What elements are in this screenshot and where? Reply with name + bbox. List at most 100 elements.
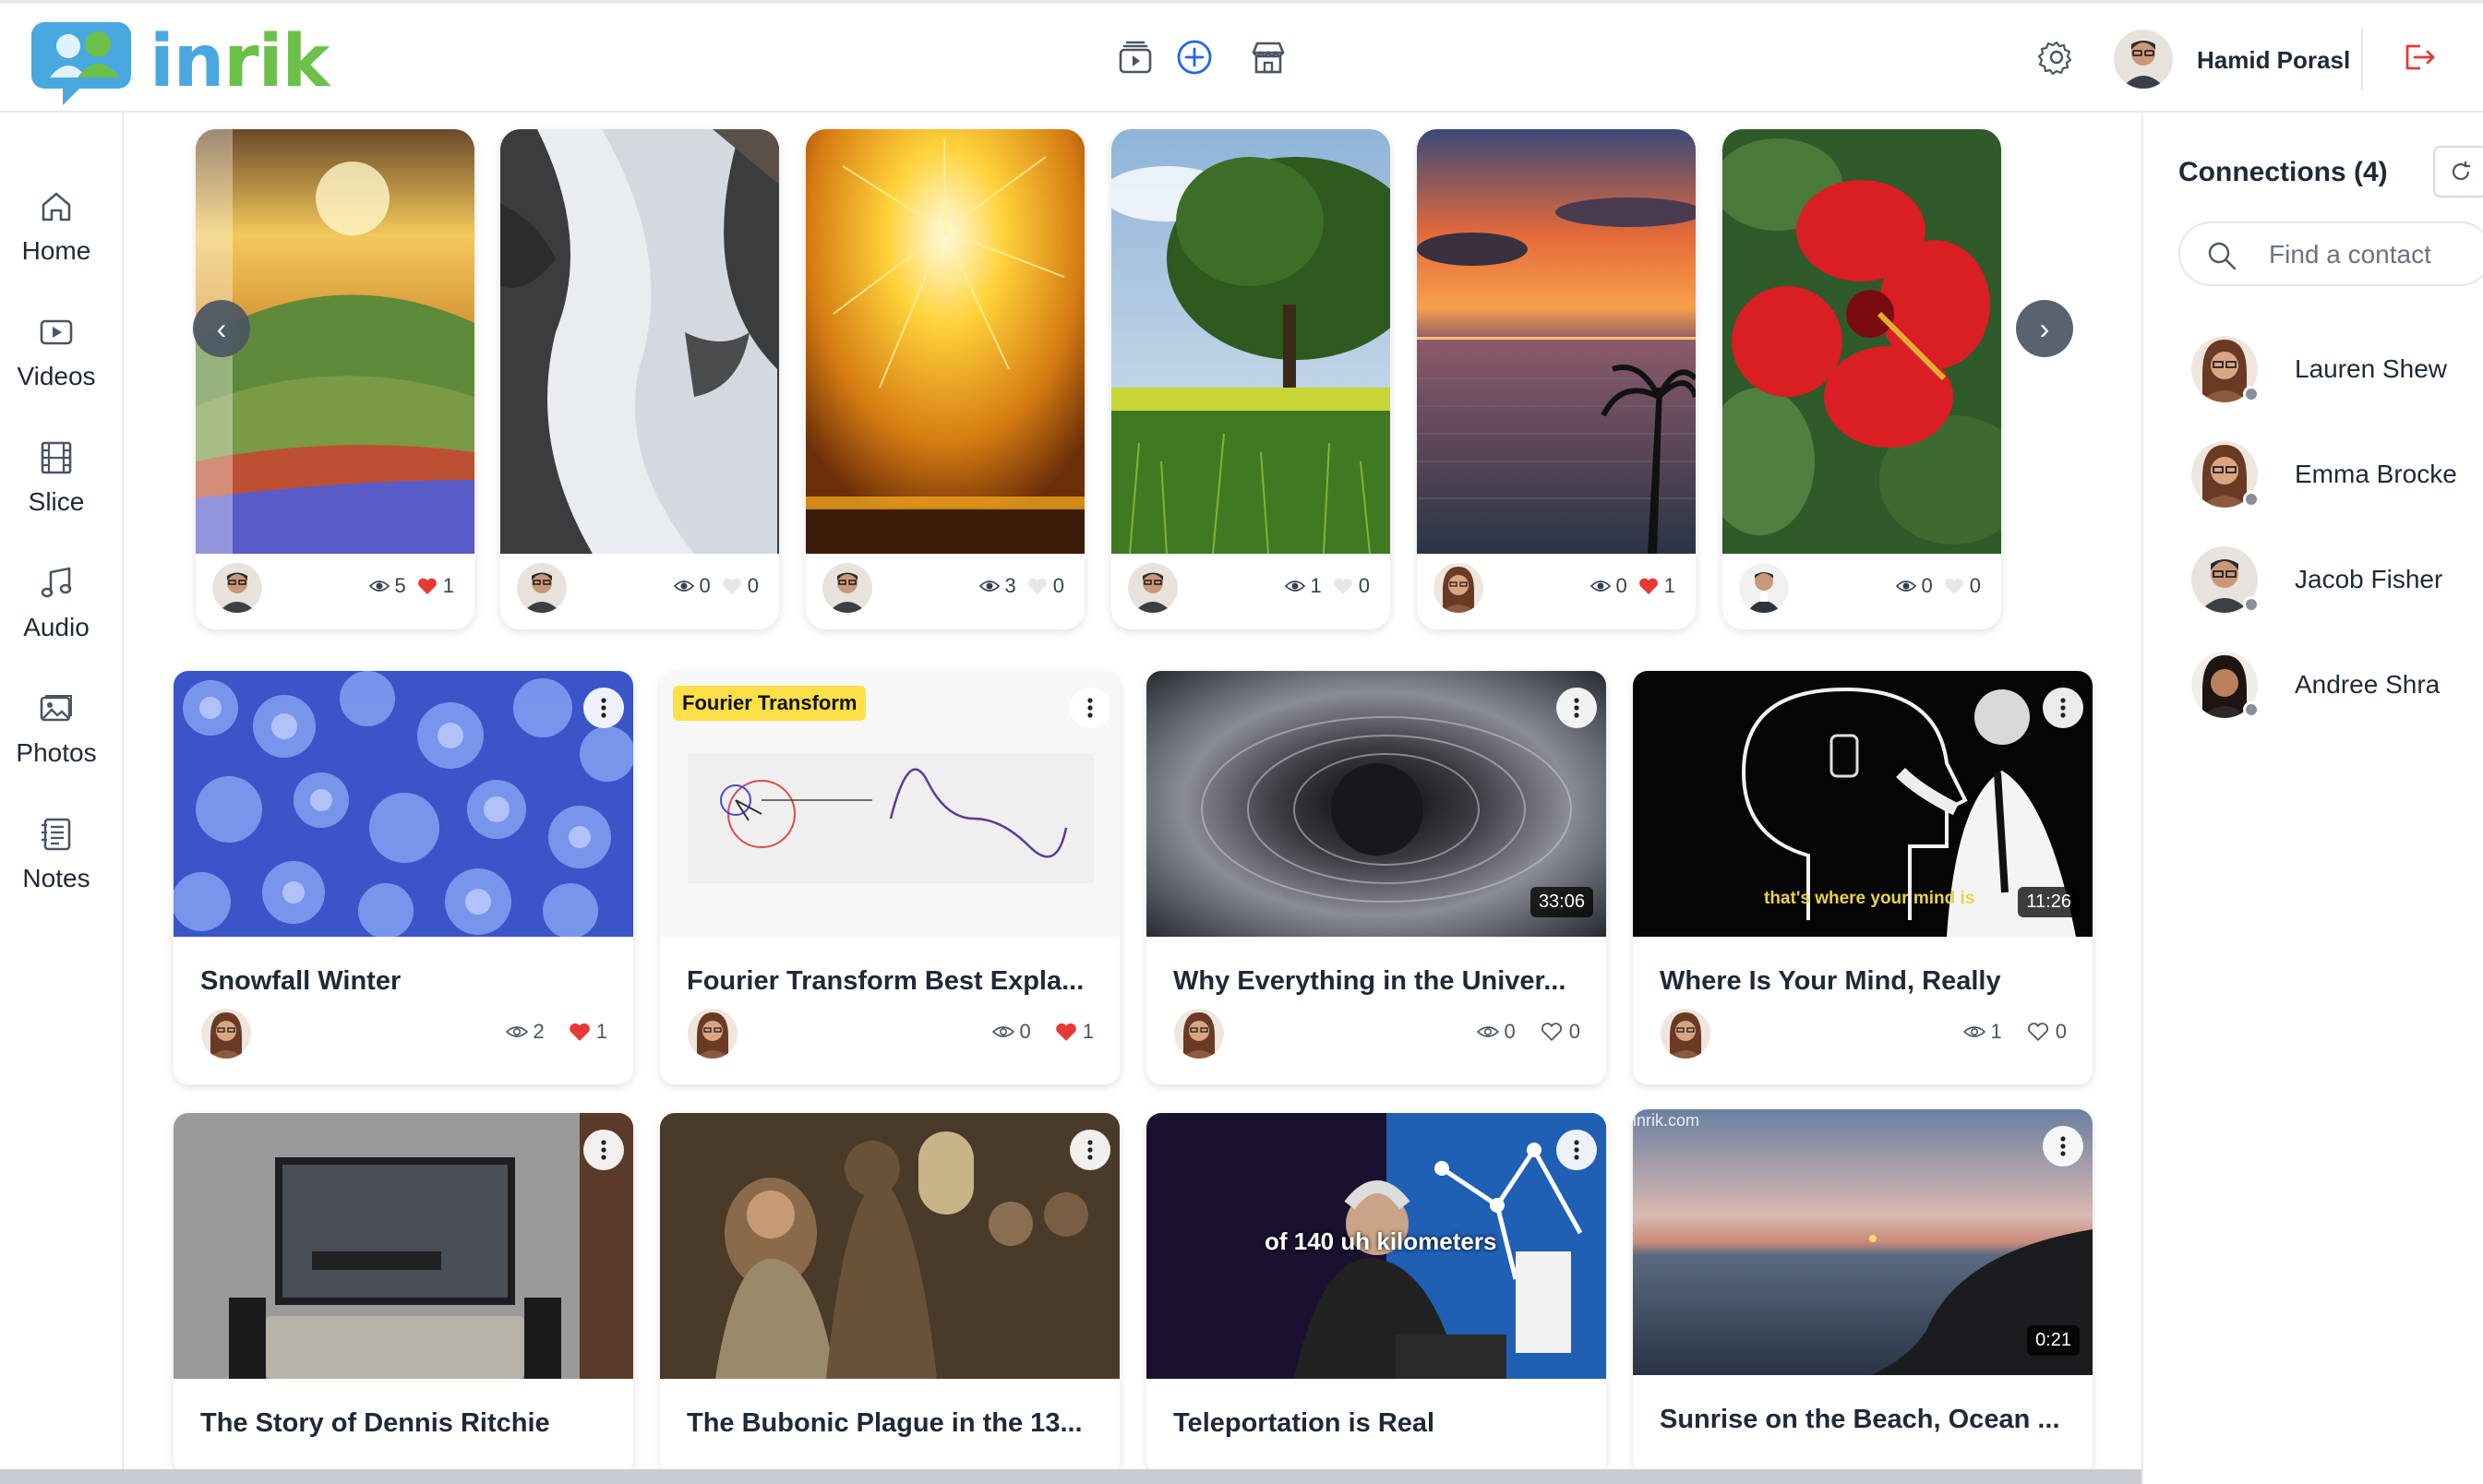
video-card[interactable]: 33:06 Why Everything in the Univer... 0 …: [1146, 671, 1606, 1084]
more-options-button[interactable]: [1556, 688, 1597, 728]
likes-stat[interactable]: 0: [2026, 1020, 2067, 1044]
likes-stat[interactable]: 1: [1055, 1020, 1094, 1044]
refresh-icon: [2452, 162, 2470, 181]
sidebar-item-slice[interactable]: Slice: [0, 432, 113, 533]
video-stats: 0 1: [991, 1020, 1094, 1044]
story-card[interactable]: 0 1: [1417, 129, 1696, 629]
video-author-avatar[interactable]: [1174, 1009, 1224, 1059]
contact-name: Lauren Shew: [2295, 354, 2448, 383]
likes-stat[interactable]: 0: [1540, 1020, 1580, 1044]
user-name[interactable]: Hamid Porasl: [2197, 46, 2350, 75]
video-author-avatar[interactable]: [201, 1009, 251, 1059]
video-title[interactable]: The Story of Dennis Ritchie: [200, 1408, 616, 1439]
carousel-next-button[interactable]: ›: [2016, 300, 2073, 357]
create-plus-icon[interactable]: [1174, 37, 1215, 78]
story-author-avatar[interactable]: [212, 563, 262, 613]
story-author-avatar[interactable]: [1128, 563, 1178, 613]
video-title[interactable]: The Bubonic Plague in the 13...: [687, 1408, 1102, 1439]
video-card[interactable]: that's where your mind is 11:26 Where Is…: [1633, 671, 2093, 1084]
story-card[interactable]: 0 0: [500, 129, 779, 629]
more-options-button[interactable]: [1070, 1130, 1110, 1170]
contact-item[interactable]: Emma Brocke: [2191, 441, 2483, 515]
video-card[interactable]: of 140 uh kilometers Teleportation is Re…: [1146, 1113, 1606, 1475]
eye-icon: [368, 580, 390, 592]
sidebar-item-audio[interactable]: Audio: [0, 557, 113, 659]
contact-item[interactable]: Lauren Shew: [2191, 336, 2483, 410]
likes-stat[interactable]: 1: [417, 574, 454, 598]
eye-icon: [673, 580, 694, 592]
inrik-logo[interactable]: inrik: [31, 13, 330, 109]
presence-status-icon: [2243, 386, 2260, 402]
contact-search[interactable]: [2178, 221, 2483, 286]
likes-stat[interactable]: 1: [1638, 574, 1675, 598]
video-title[interactable]: Snowfall Winter: [200, 966, 616, 997]
video-title[interactable]: Why Everything in the Univer...: [1173, 966, 1589, 997]
carousel-prev-button[interactable]: ‹: [193, 300, 250, 357]
contact-item[interactable]: Jacob Fisher: [2191, 546, 2483, 620]
photos-icon: [40, 695, 72, 722]
sidebar-item-videos[interactable]: Videos: [0, 306, 113, 408]
story-author-avatar[interactable]: [517, 563, 567, 613]
video-card[interactable]: Snowfall Winter 2 1: [174, 671, 633, 1084]
heart-icon: [1333, 578, 1352, 594]
story-card[interactable]: 0 0: [1722, 129, 2001, 629]
search-input[interactable]: [2269, 236, 2481, 273]
sidebar-item-photos[interactable]: Photos: [0, 683, 113, 784]
likes-stat[interactable]: 0: [1944, 574, 1981, 598]
likes-stat[interactable]: 0: [1027, 574, 1064, 598]
video-card[interactable]: The Bubonic Plague in the 13...: [660, 1113, 1120, 1475]
video-library-icon[interactable]: [1115, 37, 1156, 78]
sidebar-item-home[interactable]: Home: [0, 181, 113, 282]
video-title[interactable]: Fourier Transform Best Expla...: [687, 966, 1102, 997]
story-author-avatar[interactable]: [1739, 563, 1789, 613]
kebab-menu-icon: [601, 698, 606, 718]
more-options-button[interactable]: [1070, 688, 1110, 728]
video-thumbnail: [174, 671, 633, 937]
more-options-button[interactable]: [583, 688, 624, 728]
header-divider: [2361, 28, 2363, 90]
notes-icon: [42, 818, 71, 851]
story-card[interactable]: 3 0: [806, 129, 1085, 629]
likes-stat[interactable]: 0: [1333, 574, 1370, 598]
kebab-menu-icon: [1574, 1140, 1579, 1160]
connections-panel: Connections (4) Lauren Shew Emma Brocke …: [2141, 113, 2483, 1484]
story-thumbnail: [806, 129, 1085, 554]
settings-gear-icon[interactable]: [2036, 37, 2077, 78]
more-options-button[interactable]: [1556, 1130, 1597, 1170]
heart-icon: [1944, 578, 1963, 594]
video-duration: 0:21: [2027, 1325, 2080, 1356]
video-title[interactable]: Sunrise on the Beach, Ocean ...: [1660, 1405, 2075, 1435]
video-author-avatar[interactable]: [1661, 1009, 1710, 1059]
story-author-avatar[interactable]: [1433, 563, 1483, 613]
video-title[interactable]: Where Is Your Mind, Really: [1660, 966, 2075, 997]
story-card[interactable]: 1 0: [1111, 129, 1390, 629]
likes-stat[interactable]: 1: [569, 1020, 607, 1044]
left-sidebar: Home Videos Slice Audio Photos Notes: [0, 113, 124, 1484]
logout-icon[interactable]: [2398, 37, 2439, 78]
video-card[interactable]: inrik.com 0:21 Sunrise on the Beach, Oce…: [1633, 1109, 2093, 1475]
presence-status-icon: [2243, 596, 2260, 613]
store-icon[interactable]: [1248, 37, 1289, 78]
views-stat: 3: [978, 574, 1016, 598]
video-title[interactable]: Teleportation is Real: [1173, 1408, 1589, 1439]
sidebar-item-notes[interactable]: Notes: [0, 808, 113, 910]
connections-title: Connections (4): [2178, 157, 2388, 187]
more-options-button[interactable]: [2043, 1126, 2083, 1167]
views-stat: 5: [368, 574, 406, 598]
search-icon: [2208, 242, 2237, 270]
more-options-button[interactable]: [2043, 688, 2083, 728]
likes-stat[interactable]: 0: [722, 574, 759, 598]
video-icon: [40, 319, 73, 345]
story-card[interactable]: 5 1: [196, 129, 474, 629]
video-stats: 0 0: [1476, 1020, 1580, 1044]
top-header: inrik Hamid Porasl: [0, 4, 2483, 113]
more-options-button[interactable]: [583, 1130, 624, 1170]
user-avatar[interactable]: [2114, 30, 2173, 89]
video-author-avatar[interactable]: [688, 1009, 738, 1059]
contact-item[interactable]: Andree Shra: [2191, 652, 2483, 725]
video-card[interactable]: Fourier Transform Fourier Transform Best…: [660, 671, 1120, 1084]
story-author-avatar[interactable]: [822, 563, 872, 613]
story-thumbnail: [1722, 129, 2001, 554]
video-card[interactable]: The Story of Dennis Ritchie: [174, 1113, 633, 1475]
refresh-button[interactable]: [2433, 146, 2483, 197]
